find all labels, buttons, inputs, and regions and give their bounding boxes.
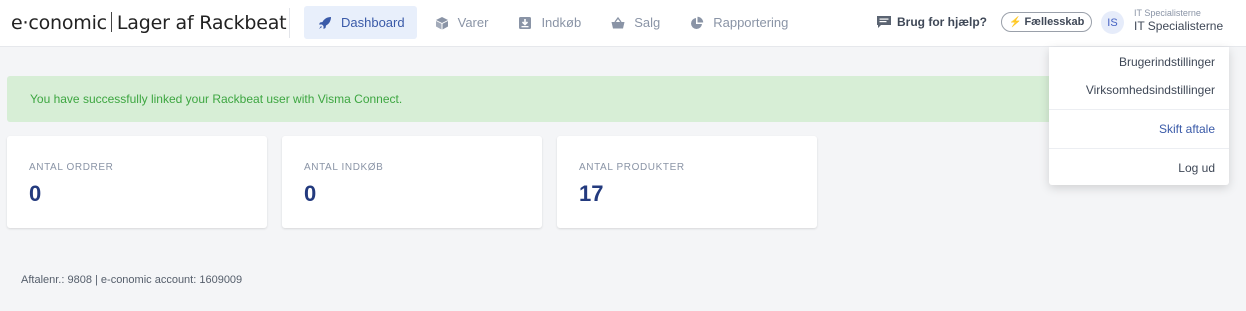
community-label: Fællesskab	[1024, 16, 1085, 28]
user-dropdown-menu: Brugerindstillinger Virksomhedsindstilli…	[1049, 47, 1229, 185]
nav-item-label: Indkøb	[541, 15, 582, 30]
lightning-icon: ⚡	[1009, 16, 1022, 28]
stat-card-orders: ANTAL ORDRER 0	[7, 136, 267, 228]
nav-item-rapportering[interactable]: Rapportering	[676, 6, 800, 39]
user-menu-toggle[interactable]: IT Specialisterne IT Specialisterne	[1134, 8, 1223, 34]
nav-item-label: Rapportering	[713, 15, 789, 30]
inbox-download-icon	[518, 16, 532, 30]
top-navigation-bar: e·conomic Lager af Rackbeat Dashboard Var…	[0, 0, 1246, 47]
brand-divider	[110, 12, 112, 32]
nav-item-label: Salg	[634, 15, 661, 30]
user-name: IT Specialisterne	[1134, 19, 1224, 33]
menu-item-company-settings[interactable]: Virksomhedsindstillinger	[1086, 83, 1215, 97]
community-button[interactable]: ⚡ Fællesskab	[1001, 12, 1093, 32]
menu-item-switch-agreement[interactable]: Skift aftale	[1159, 122, 1215, 136]
stat-card-products: ANTAL PRODUKTER 17	[557, 136, 817, 228]
cube-icon	[435, 16, 449, 30]
help-label: Brug for hjælp?	[897, 15, 987, 29]
stat-card-purchases: ANTAL INDKØB 0	[282, 136, 542, 228]
nav-item-label: Dashboard	[341, 15, 405, 30]
help-link[interactable]: Brug for hjælp?	[877, 13, 987, 31]
nav-item-indkob[interactable]: Indkøb	[504, 6, 593, 39]
brand-company: e·conomic	[11, 12, 107, 34]
nav-separator	[289, 8, 290, 38]
account-footer: Aftalenr.: 9808 | e-conomic account: 160…	[21, 274, 243, 286]
nav-item-varer[interactable]: Varer	[421, 6, 501, 39]
stat-value: 0	[29, 181, 42, 206]
app-logo[interactable]: e·conomic Lager af Rackbeat	[11, 9, 287, 37]
menu-divider	[1049, 109, 1229, 110]
avatar[interactable]: IS	[1101, 11, 1124, 34]
brand-app-name: Lager af Rackbeat	[116, 12, 287, 34]
stat-value: 0	[304, 181, 317, 206]
basket-icon	[611, 16, 625, 30]
user-org: IT Specialisterne	[1134, 8, 1201, 18]
menu-divider	[1049, 148, 1229, 149]
chat-icon	[877, 16, 891, 28]
stat-value: 17	[579, 181, 604, 206]
stat-label: ANTAL ORDRER	[29, 162, 114, 173]
stat-label: ANTAL INDKØB	[304, 162, 384, 173]
menu-item-user-settings[interactable]: Brugerindstillinger	[1119, 55, 1215, 69]
pie-chart-icon	[690, 16, 704, 30]
main-nav: Dashboard Varer Indkøb Salg Rapportering	[304, 6, 804, 39]
nav-item-salg[interactable]: Salg	[597, 6, 672, 39]
stat-label: ANTAL PRODUKTER	[579, 162, 685, 173]
success-alert: You have successfully linked your Rackbe…	[7, 76, 1087, 122]
menu-item-logout[interactable]: Log ud	[1178, 161, 1215, 175]
alert-message: You have successfully linked your Rackbe…	[30, 92, 403, 106]
nav-item-dashboard[interactable]: Dashboard	[304, 6, 417, 39]
rocket-icon	[318, 16, 332, 30]
nav-item-label: Varer	[457, 15, 489, 30]
